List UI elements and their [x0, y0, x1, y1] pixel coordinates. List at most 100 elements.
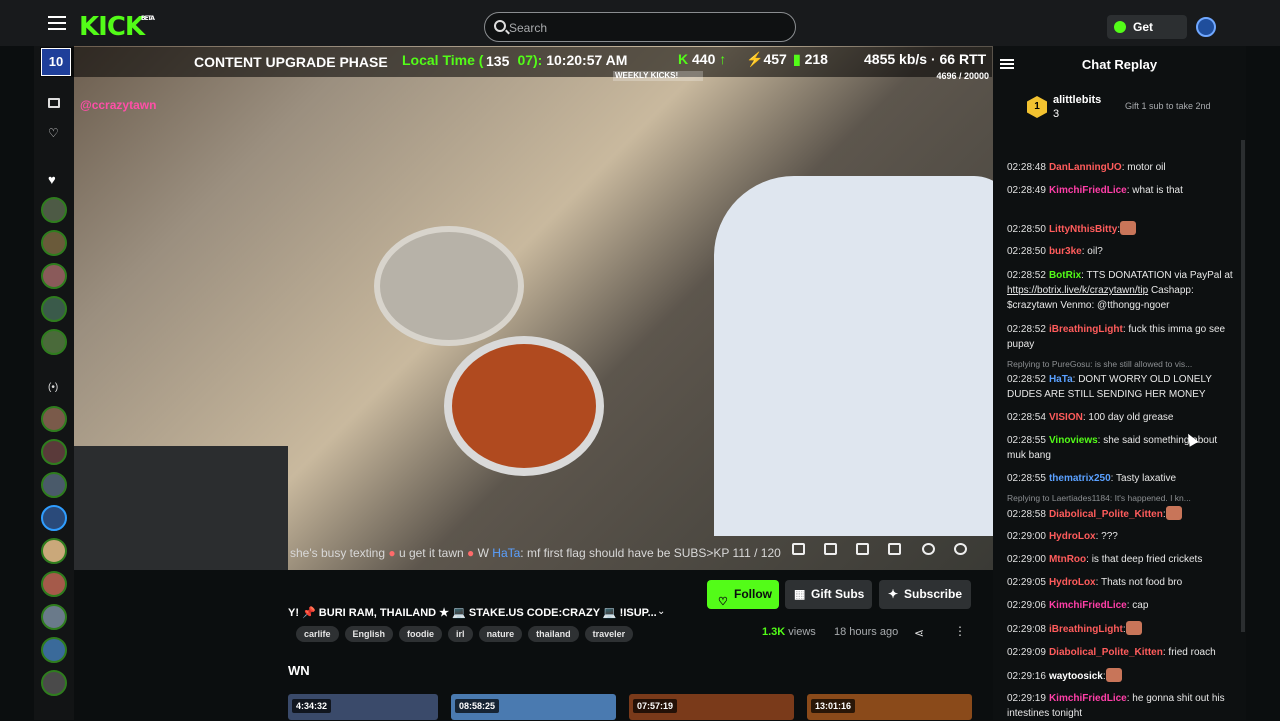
- message-username[interactable]: BotRix: [1049, 270, 1081, 281]
- message-text: : is that deep fried crickets: [1086, 554, 1203, 565]
- channel-avatar[interactable]: [41, 230, 67, 256]
- message-username[interactable]: waytoosick: [1049, 671, 1103, 682]
- kick-coin-icon: [1114, 21, 1126, 33]
- message-username[interactable]: VISION: [1049, 412, 1083, 423]
- channel-avatar[interactable]: [41, 197, 67, 223]
- vod-thumbnail[interactable]: 07:57:19: [629, 694, 794, 720]
- share-icon[interactable]: ⋖: [914, 626, 924, 640]
- top-gifter-amount: 3: [1053, 108, 1060, 120]
- weekly-kicks-label: WEEKLY KICKS!: [615, 71, 679, 80]
- chat-message: 02:29:05 HydroLox: Thats not food bro: [1007, 575, 1233, 590]
- message-username[interactable]: DanLanningUO: [1049, 162, 1122, 173]
- chat-message: 02:28:54 VISION: 100 day old grease: [1007, 410, 1233, 425]
- message-link[interactable]: https://botrix.live/k/crazytawn/tip: [1007, 285, 1148, 296]
- message-username[interactable]: KimchiFriedLice: [1049, 185, 1127, 196]
- recommended-live-icon: (•): [48, 382, 59, 393]
- message-timestamp: 02:29:00: [1007, 531, 1046, 542]
- tag[interactable]: traveler: [584, 626, 634, 642]
- message-timestamp: 02:28:54: [1007, 412, 1046, 423]
- views-number: 1.3K: [762, 626, 786, 638]
- channel-avatar[interactable]: [41, 439, 67, 465]
- top-gifter-name[interactable]: alittlebits: [1053, 94, 1101, 106]
- message-username[interactable]: thematrix250: [1049, 473, 1111, 484]
- message-username[interactable]: KimchiFriedLice: [1049, 693, 1127, 704]
- channel-avatar[interactable]: [41, 263, 67, 289]
- gift-subs-button[interactable]: ▦ Gift Subs: [785, 580, 872, 609]
- overlay-bitrate-stat: 4855 kb/s · 66 RTT: [864, 51, 987, 67]
- message-timestamp: 02:29:05: [1007, 577, 1046, 588]
- vod-thumbnail[interactable]: 13:01:16: [807, 694, 972, 720]
- gift-prompt[interactable]: Gift 1 sub to take 2nd: [1125, 101, 1211, 111]
- message-username[interactable]: HydroLox: [1049, 577, 1096, 588]
- subscribe-button[interactable]: ✦ Subscribe: [879, 580, 971, 609]
- channel-avatar[interactable]: [41, 670, 67, 696]
- message-text: : oil?: [1081, 246, 1103, 257]
- channel-avatar[interactable]: [41, 505, 67, 531]
- channel-avatar[interactable]: [41, 296, 67, 322]
- channel-avatar[interactable]: [41, 571, 67, 597]
- vod-thumbnail[interactable]: 08:58:25: [451, 694, 616, 720]
- chat-message: 02:28:48 DanLanningUO: motor oil: [1007, 160, 1233, 175]
- message-username[interactable]: Vinoviews: [1049, 435, 1098, 446]
- speed-icon[interactable]: [922, 543, 935, 555]
- tag[interactable]: English: [344, 626, 394, 642]
- theater-mode-icon[interactable]: [856, 543, 869, 555]
- browse-icon[interactable]: [48, 98, 60, 108]
- channel-avatar[interactable]: [41, 406, 67, 432]
- chat-message: 02:29:00 HydroLox: ???: [1007, 529, 1233, 544]
- following-heart-icon[interactable]: ♡: [48, 126, 60, 140]
- message-text: : TTS DONATATION via PayPal at: [1081, 270, 1233, 281]
- get-kicks-button[interactable]: Get KICKs: [1107, 15, 1187, 58]
- scroll-chat-text: u get it tawn: [398, 546, 464, 560]
- vod-thumbnail[interactable]: 4:34:32: [288, 694, 438, 720]
- clip-icon[interactable]: [824, 543, 837, 555]
- streamer-webcam: [74, 446, 288, 570]
- more-options-icon[interactable]: ⋮: [954, 624, 966, 638]
- tag[interactable]: thailand: [528, 626, 579, 642]
- message-username[interactable]: Diabolical_Polite_Kitten: [1049, 647, 1163, 658]
- user-avatar[interactable]: [1196, 17, 1216, 37]
- channel-avatar[interactable]: [41, 637, 67, 663]
- message-username[interactable]: Diabolical_Polite_Kitten: [1049, 509, 1163, 520]
- chat-message: 02:28:49 KimchiFriedLice: what is that: [1007, 183, 1233, 198]
- video-player[interactable]: [74, 46, 993, 570]
- overlay-kicks-stat: K 440 ↑: [678, 51, 727, 67]
- channel-avatar[interactable]: [41, 329, 67, 355]
- search-box[interactable]: [484, 12, 796, 42]
- section-heading: WN: [288, 663, 310, 678]
- message-username[interactable]: iBreathingLight: [1049, 324, 1123, 335]
- channel-avatar[interactable]: [41, 472, 67, 498]
- chat-message: 02:28:58 Diabolical_Polite_Kitten:: [1007, 506, 1233, 522]
- overlay-title: CONTENT UPGRADE PHASE: [194, 54, 388, 70]
- kick-logo[interactable]: KICK BETA: [79, 12, 155, 42]
- emote-image: [1120, 221, 1137, 235]
- message-username[interactable]: HydroLox: [1049, 531, 1096, 542]
- message-username[interactable]: iBreathingLight: [1049, 624, 1123, 635]
- fullscreen-icon[interactable]: [888, 543, 901, 555]
- search-input[interactable]: [509, 19, 779, 37]
- message-timestamp: 02:29:08: [1007, 624, 1046, 635]
- follow-button[interactable]: ♡ Follow: [707, 580, 779, 609]
- message-username[interactable]: HaTa: [1049, 374, 1073, 385]
- chat-scrollbar[interactable]: [1241, 140, 1245, 632]
- tag[interactable]: carlife: [296, 626, 339, 642]
- message-timestamp: 02:29:19: [1007, 693, 1046, 704]
- channel-avatar[interactable]: [41, 538, 67, 564]
- message-timestamp: 02:28:52: [1007, 324, 1046, 335]
- time-value: 10:20:57 AM: [546, 52, 628, 68]
- time-mid: 07):: [517, 52, 543, 68]
- settings-gear-icon[interactable]: [954, 543, 967, 555]
- message-username[interactable]: MtnRoo: [1049, 554, 1086, 565]
- chevron-down-icon[interactable]: ⌄: [657, 606, 665, 617]
- channel-avatar[interactable]: [41, 604, 67, 630]
- tag[interactable]: nature: [478, 626, 523, 642]
- message-username[interactable]: KimchiFriedLice: [1049, 600, 1127, 611]
- hamburger-menu-icon[interactable]: [48, 16, 66, 30]
- message-username[interactable]: bur3ke: [1049, 246, 1082, 257]
- miniplayer-icon[interactable]: [792, 543, 805, 555]
- overlay-viewers-stat: ▮ 218: [793, 51, 828, 67]
- message-username[interactable]: LittyNthisBitty: [1049, 224, 1117, 235]
- tag[interactable]: irl: [448, 626, 473, 642]
- tag[interactable]: foodie: [399, 626, 443, 642]
- emote-image: [1125, 621, 1142, 635]
